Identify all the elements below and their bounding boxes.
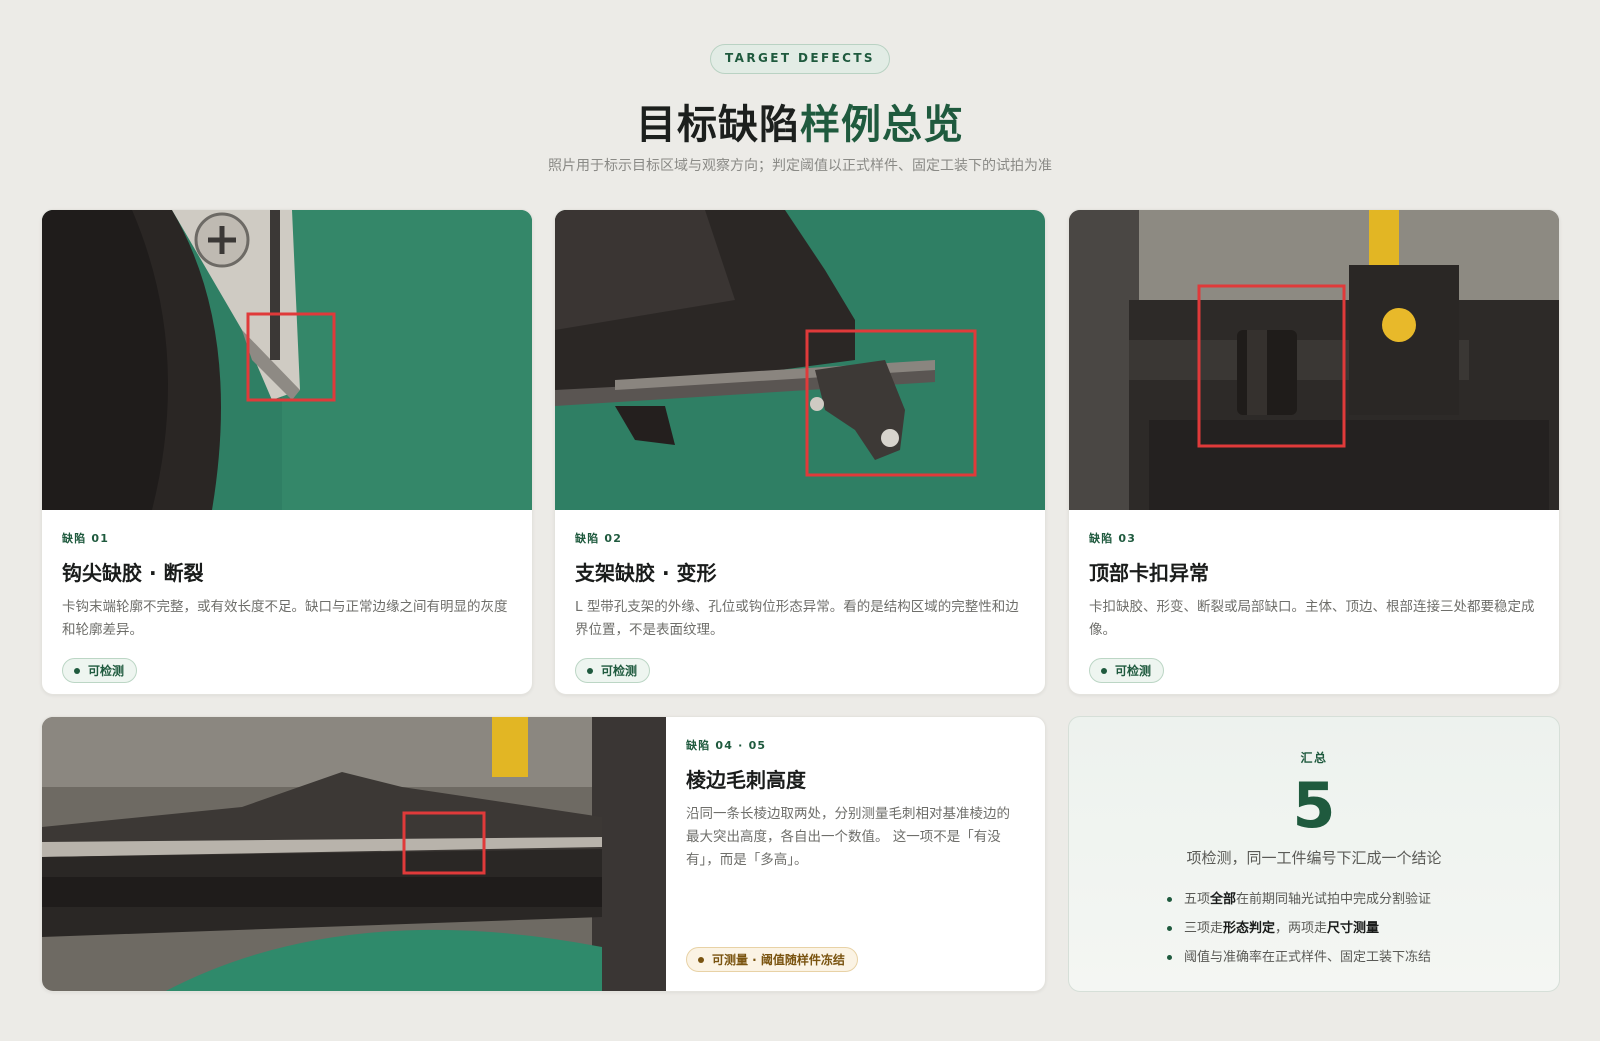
defect-desc: 卡钩末端轮廓不完整，或有效长度不足。缺口与正常边缘之间有明显的灰度和轮廓差异。 xyxy=(62,599,508,638)
defect-tag: 缺陷 01 xyxy=(62,532,110,545)
defect-photo-04-05 xyxy=(42,717,666,991)
badge-label: 可测量 · 阈值随样件冻结 xyxy=(712,953,845,967)
defect-photo-03 xyxy=(1069,210,1559,510)
summary-item: 阈值与准确率在正式样件、固定工装下冻结 xyxy=(1167,943,1431,972)
defect-title: 顶部卡扣异常 xyxy=(1089,561,1209,585)
summary-line: 项检测，同一工件编号下汇成一个结论 xyxy=(1186,849,1442,867)
defect-card-04-05: 缺陷 04 · 05 棱边毛刺高度 沿同一条长棱边取两处，分别测量毛刺相对基准棱… xyxy=(41,716,1046,992)
summary-tag: 汇总 xyxy=(1300,751,1328,765)
status-dot-icon xyxy=(698,956,704,963)
bullet-icon xyxy=(1167,897,1172,902)
defect-desc: 沿同一条长棱边取两处，分别测量毛刺相对基准棱边的最大突出高度，各自出一个数值。 … xyxy=(686,806,1010,868)
defect-card-01: 缺陷 01 钩尖缺胶 · 断裂 卡钩末端轮廓不完整，或有效长度不足。缺口与正常边… xyxy=(41,209,533,695)
defect-title: 支架缺胶 · 变形 xyxy=(575,561,717,585)
summary-item: 五项 全部 在前期同轴光试拍中完成分割验证 xyxy=(1167,885,1431,914)
summary-panel: 汇总 5 项检测，同一工件编号下汇成一个结论 五项 全部 在前期同轴光试拍中完成分割… xyxy=(1068,716,1560,992)
defect-photo-01 xyxy=(42,210,532,510)
bullet-icon xyxy=(1167,955,1172,960)
status-dot-icon xyxy=(1101,667,1107,674)
status-badge: 可检测 xyxy=(62,658,138,683)
defect-card-03: 缺陷 03 顶部卡扣异常 卡扣缺胶、形变、断裂或局部缺口。主体、顶边、根部连接三… xyxy=(1068,209,1560,695)
page-subtitle: 照片用于标示目标区域与观察方向；判定阈值以正式样件、固定工装下的试拍为准 xyxy=(548,158,1052,174)
summary-list: 五项 全部 在前期同轴光试拍中完成分割验证 三项走 形态判定 ，两项走 尺寸测量 阈值与准… xyxy=(1167,885,1431,972)
defect-title: 钩尖缺胶 · 断裂 xyxy=(62,561,204,585)
summary-item: 三项走 形态判定 ，两项走 尺寸测量 xyxy=(1167,914,1431,943)
status-badge: 可检测 xyxy=(575,658,651,683)
status-dot-icon xyxy=(587,667,593,674)
defect-tag: 缺陷 03 xyxy=(1089,532,1137,545)
status-badge: 可测量 · 阈值随样件冻结 xyxy=(686,947,858,972)
bullet-icon xyxy=(1167,926,1172,931)
defect-photo-02 xyxy=(555,210,1045,510)
title-main: 目标缺陷 xyxy=(636,102,800,148)
badge-label: 可检测 xyxy=(88,664,125,678)
status-badge: 可检测 xyxy=(1089,658,1165,683)
defect-desc: L 型带孔支架的外缘、孔位或钩位形态异常。看的是结构区域的完整性和边界位置，不是… xyxy=(575,599,1019,638)
badge-label: 可检测 xyxy=(601,664,638,678)
defect-card-02: 缺陷 02 支架缺胶 · 变形 L 型带孔支架的外缘、孔位或钩位形态异常。看的是… xyxy=(554,209,1046,695)
defect-desc: 卡扣缺胶、形变、断裂或局部缺口。主体、顶边、根部连接三处都要稳定成像。 xyxy=(1089,599,1535,638)
defect-tag: 缺陷 02 xyxy=(575,532,623,545)
summary-count: 5 xyxy=(1292,769,1336,842)
page-title: 目标缺陷样例总览 xyxy=(0,92,1600,150)
badge-label: 可检测 xyxy=(1115,664,1152,678)
defect-tag: 缺陷 04 · 05 xyxy=(686,739,767,752)
status-dot-icon xyxy=(74,667,80,674)
title-accent: 样例总览 xyxy=(800,102,964,148)
section-pill: TARGET DEFECTS xyxy=(710,44,890,74)
defect-title: 棱边毛刺高度 xyxy=(686,768,806,792)
